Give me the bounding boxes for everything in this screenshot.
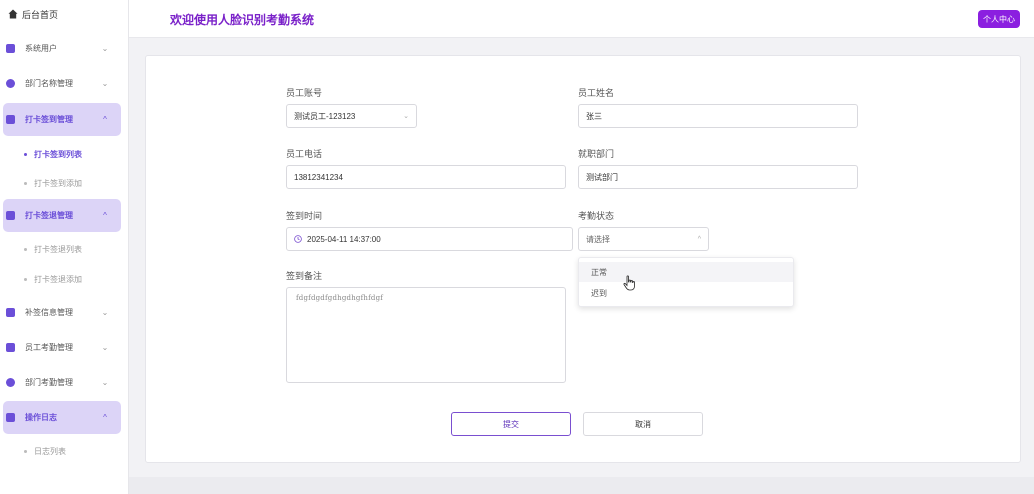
- status-dropdown: 正常 迟到: [578, 257, 794, 307]
- supplement-icon: [6, 308, 15, 317]
- sidebar-item-supplement[interactable]: 补签信息管理 ⌄: [0, 296, 129, 329]
- cancel-button[interactable]: 取消: [583, 412, 703, 436]
- staff-attendance-icon: [6, 343, 15, 352]
- page-title: 欢迎使用人脸识别考勤系统: [170, 13, 315, 27]
- bullet-icon: [24, 449, 27, 453]
- sidebar-item-label: 员工考勤管理: [25, 343, 73, 352]
- sidebar-item-dept-attendance[interactable]: 部门考勤管理 ⌄: [0, 366, 129, 399]
- sidebar-item-label: 补签信息管理: [25, 308, 73, 317]
- sidebar-subitem-label: 打卡签到添加: [34, 178, 82, 188]
- status-select[interactable]: 请选择 ^: [578, 227, 709, 251]
- sidebar-item-label: 部门名称管理: [25, 79, 73, 88]
- user-icon: [6, 44, 15, 53]
- sidebar-item-label: 操作日志: [25, 413, 57, 422]
- remark-value: fdgfdgdfgdhgdhgfhfdgf: [296, 294, 384, 302]
- phone-input[interactable]: 13812341234: [286, 165, 566, 189]
- department-icon: [6, 79, 15, 88]
- checkin-time-value: 2025-04-11 14:37:00: [307, 234, 381, 244]
- account-label: 员工账号: [286, 88, 323, 98]
- sidebar-subitem-label: 日志列表: [34, 446, 66, 456]
- bullet-icon: [24, 181, 27, 185]
- name-value: 张三: [586, 111, 602, 121]
- profile-button[interactable]: 个人中心: [978, 10, 1020, 28]
- bullet-icon: [24, 277, 27, 281]
- sidebar-subitem-label: 打卡签退添加: [34, 274, 82, 284]
- bullet-icon: [24, 247, 27, 251]
- department-input[interactable]: 测试部门: [578, 165, 858, 189]
- sidebar-item-staff-attendance[interactable]: 员工考勤管理 ⌄: [0, 331, 129, 364]
- sidebar: 后台首页 系统用户 ⌄ 部门名称管理 ⌄ 打卡签到管理 ^ 打卡签到列表 打卡签…: [0, 0, 129, 494]
- account-select[interactable]: 测试员工-123123 ⌄: [286, 104, 417, 128]
- department-value: 测试部门: [586, 172, 618, 182]
- log-icon: [6, 413, 15, 422]
- sidebar-item-label: 打卡签到管理: [25, 115, 73, 124]
- status-option-late[interactable]: 迟到: [579, 283, 793, 303]
- sidebar-item-system-users[interactable]: 系统用户 ⌄: [0, 32, 129, 65]
- submit-button[interactable]: 提交: [451, 412, 571, 436]
- checkout-icon: [6, 211, 15, 220]
- clock-icon: [294, 235, 302, 243]
- chevron-down-icon: ⌄: [403, 113, 409, 120]
- sidebar-subitem-checkin-list[interactable]: 打卡签到列表: [24, 146, 82, 162]
- status-label: 考勤状态: [578, 211, 615, 221]
- remark-textarea[interactable]: fdgfdgdfgdhgdhgfhfdgf: [286, 287, 566, 383]
- chevron-up-icon: ^: [103, 211, 107, 220]
- phone-label: 员工电话: [286, 149, 323, 159]
- sidebar-subitem-label: 打卡签到列表: [34, 149, 82, 159]
- sidebar-item-operation-log[interactable]: 操作日志 ^: [3, 401, 121, 434]
- status-option-normal[interactable]: 正常: [579, 262, 793, 282]
- hand-cursor-icon: [623, 275, 635, 291]
- chevron-up-icon: ^: [697, 235, 701, 243]
- bullet-icon: [24, 152, 27, 156]
- home-icon: [8, 9, 18, 19]
- header: 欢迎使用人脸识别考勤系统 个人中心: [129, 0, 1034, 38]
- sidebar-item-checkin[interactable]: 打卡签到管理 ^: [3, 103, 121, 136]
- sidebar-subitem-log-list[interactable]: 日志列表: [24, 443, 66, 459]
- form-panel: 员工账号 测试员工-123123 ⌄ 员工姓名 张三 员工电话 13812341…: [145, 55, 1021, 463]
- name-label: 员工姓名: [578, 88, 615, 98]
- department-label: 就职部门: [578, 149, 615, 159]
- sidebar-item-label: 系统用户: [25, 44, 57, 53]
- status-placeholder: 请选择: [586, 234, 610, 244]
- sidebar-item-checkout[interactable]: 打卡签退管理 ^: [3, 199, 121, 232]
- sidebar-subitem-label: 打卡签退列表: [34, 244, 82, 254]
- sidebar-subitem-checkout-add[interactable]: 打卡签退添加: [24, 271, 82, 287]
- phone-value: 13812341234: [294, 172, 343, 182]
- account-value: 测试员工-123123: [294, 111, 356, 121]
- remark-label: 签到备注: [286, 271, 323, 281]
- chevron-down-icon: ⌄: [101, 44, 109, 53]
- chevron-down-icon: ⌄: [101, 343, 109, 352]
- dept-attendance-icon: [6, 378, 15, 387]
- sidebar-home[interactable]: 后台首页: [8, 8, 58, 20]
- chevron-down-icon: ⌄: [101, 308, 109, 317]
- sidebar-subitem-checkin-add[interactable]: 打卡签到添加: [24, 175, 82, 191]
- chevron-up-icon: ^: [103, 413, 107, 422]
- sidebar-home-label: 后台首页: [22, 9, 59, 20]
- checkin-icon: [6, 115, 15, 124]
- sidebar-subitem-checkout-list[interactable]: 打卡签退列表: [24, 241, 82, 257]
- name-input[interactable]: 张三: [578, 104, 858, 128]
- chevron-down-icon: ⌄: [101, 79, 109, 88]
- chevron-down-icon: ⌄: [101, 378, 109, 387]
- sidebar-item-label: 打卡签退管理: [25, 211, 73, 220]
- footer-bar: [129, 477, 1034, 494]
- checkin-time-picker[interactable]: 2025-04-11 14:37:00: [286, 227, 573, 251]
- chevron-up-icon: ^: [103, 115, 107, 124]
- checkin-time-label: 签到时间: [286, 211, 323, 221]
- sidebar-item-department-names[interactable]: 部门名称管理 ⌄: [0, 67, 129, 100]
- sidebar-item-label: 部门考勤管理: [25, 378, 73, 387]
